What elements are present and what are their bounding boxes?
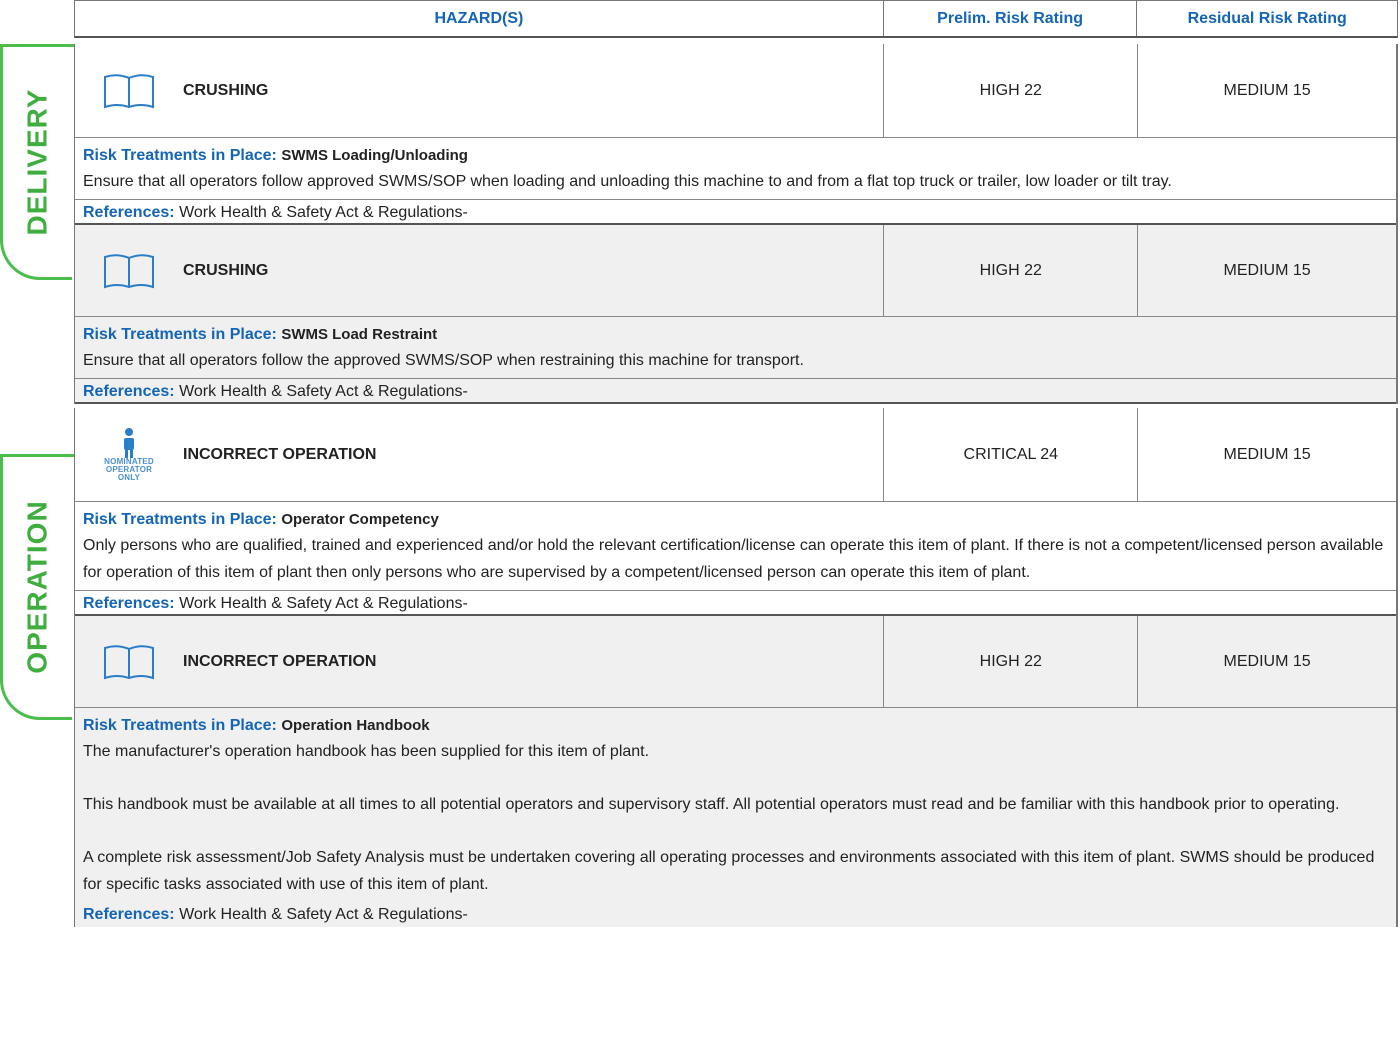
- treatment-title: SWMS Load Restraint: [281, 326, 438, 343]
- hazard-entry: NOMINATED OPERATOR ONLY INCORRECT OPERAT…: [74, 408, 1398, 616]
- prelim-rating: HIGH 22: [884, 616, 1139, 707]
- treatment-text: Only persons who are qualified, trained …: [83, 537, 1384, 581]
- section-label: OPERATION: [21, 500, 53, 674]
- header-hazards: HAZARD(S): [75, 1, 884, 36]
- book-icon: [75, 251, 183, 291]
- references: References: Work Health & Safety Act & R…: [75, 902, 1396, 927]
- references: References: Work Health & Safety Act & R…: [75, 591, 1396, 616]
- treatment-title: Operator Competency: [281, 511, 439, 528]
- hazard-name: INCORRECT OPERATION: [183, 445, 377, 463]
- risk-treatment: Risk Treatments in Place: Operator Compe…: [75, 502, 1396, 591]
- hazard-entry: INCORRECT OPERATION HIGH 22 MEDIUM 15 Ri…: [74, 616, 1398, 927]
- residual-rating: MEDIUM 15: [1223, 81, 1311, 99]
- header-prelim-rating: Prelim. Risk Rating: [884, 1, 1138, 36]
- hazard-row: CRUSHING HIGH 22 MEDIUM 15: [75, 225, 1396, 317]
- treatment-text: This handbook must be available at all t…: [83, 796, 1340, 813]
- prelim-rating: HIGH 22: [884, 225, 1139, 316]
- treatments-label: Risk Treatments in Place:: [83, 326, 277, 343]
- references-label: References:: [83, 595, 175, 612]
- references-text: Work Health & Safety Act & Regulations-: [179, 595, 468, 612]
- section-tab-delivery: DELIVERY: [0, 44, 72, 280]
- references-text: Work Health & Safety Act & Regulations-: [179, 204, 468, 221]
- icon-caption: ONLY: [117, 472, 141, 482]
- risk-treatment: Risk Treatments in Place: Operation Hand…: [75, 708, 1396, 902]
- nominated-operator-icon: NOMINATED OPERATOR ONLY: [75, 427, 183, 482]
- prelim-rating: CRITICAL 24: [884, 408, 1139, 501]
- treatments-label: Risk Treatments in Place:: [83, 147, 277, 164]
- treatment-text: Ensure that all operators follow the app…: [83, 352, 804, 369]
- treatment-title: Operation Handbook: [281, 717, 430, 734]
- hazard-entry: CRUSHING HIGH 22 MEDIUM 15 Risk Treatmen…: [74, 44, 1398, 225]
- hazard-entry: CRUSHING HIGH 22 MEDIUM 15 Risk Treatmen…: [74, 225, 1398, 404]
- table-header: HAZARD(S) Prelim. Risk Rating Residual R…: [74, 0, 1398, 38]
- hazard-row: NOMINATED OPERATOR ONLY INCORRECT OPERAT…: [75, 408, 1396, 502]
- references-text: Work Health & Safety Act & Regulations-: [179, 906, 468, 923]
- treatment-text: The manufacturer's operation handbook ha…: [83, 743, 650, 760]
- references-text: Work Health & Safety Act & Regulations-: [179, 383, 468, 400]
- references-label: References:: [83, 383, 175, 400]
- references-label: References:: [83, 906, 175, 923]
- residual-rating: MEDIUM 15: [1223, 445, 1311, 463]
- treatment-text: A complete risk assessment/Job Safety An…: [83, 849, 1375, 893]
- residual-rating: MEDIUM 15: [1223, 652, 1311, 670]
- hazard-row: INCORRECT OPERATION HIGH 22 MEDIUM 15: [75, 616, 1396, 708]
- hazard-row: CRUSHING HIGH 22 MEDIUM 15: [75, 44, 1396, 138]
- hazard-name: INCORRECT OPERATION: [183, 652, 377, 670]
- treatment-title: SWMS Loading/Unloading: [281, 147, 468, 164]
- prelim-rating: HIGH 22: [884, 44, 1139, 137]
- hazard-name: CRUSHING: [183, 261, 269, 279]
- hazard-name: CRUSHING: [183, 81, 269, 99]
- book-icon: [75, 642, 183, 682]
- treatments-label: Risk Treatments in Place:: [83, 511, 277, 528]
- treatment-text: Ensure that all operators follow approve…: [83, 173, 1172, 190]
- header-residual-rating: Residual Risk Rating: [1187, 9, 1347, 27]
- references: References: Work Health & Safety Act & R…: [75, 379, 1396, 404]
- risk-treatment: Risk Treatments in Place: SWMS Load Rest…: [75, 317, 1396, 379]
- risk-treatment: Risk Treatments in Place: SWMS Loading/U…: [75, 138, 1396, 200]
- references: References: Work Health & Safety Act & R…: [75, 200, 1396, 225]
- residual-rating: MEDIUM 15: [1223, 261, 1311, 279]
- section-tab-operation: OPERATION: [0, 454, 72, 720]
- section-label: DELIVERY: [21, 88, 53, 236]
- book-icon: [75, 71, 183, 111]
- references-label: References:: [83, 204, 175, 221]
- treatments-label: Risk Treatments in Place:: [83, 717, 277, 734]
- hazard-table: HAZARD(S) Prelim. Risk Rating Residual R…: [74, 0, 1398, 927]
